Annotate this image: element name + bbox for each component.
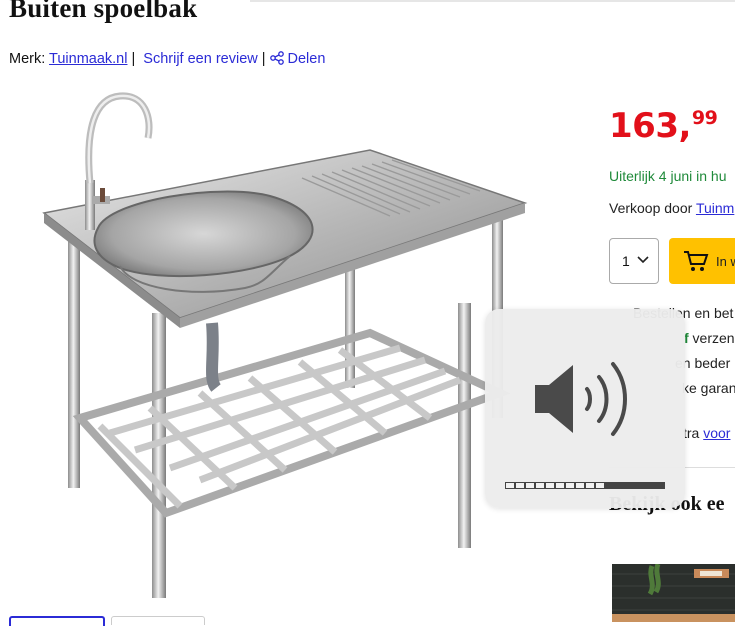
add-to-cart-button[interactable]: In w: [669, 238, 735, 284]
volume-segment: [506, 483, 514, 488]
quantity-select[interactable]: 1: [609, 238, 659, 284]
write-review-link[interactable]: Schrijf een review: [143, 51, 257, 67]
product-meta: Merk: Tuinmaak.nl | Schrijf een review | De…: [9, 51, 325, 69]
header-divider: [250, 0, 735, 2]
cart-icon: [684, 251, 709, 271]
usp-line: f verzen: [684, 330, 735, 346]
usp-link[interactable]: voor: [703, 425, 730, 441]
thumbnail-1[interactable]: [9, 616, 105, 626]
chevron-down-icon: [637, 256, 649, 264]
volume-segment: [576, 483, 584, 488]
page-title: Buiten spoelbak: [9, 0, 198, 23]
seller-label: Verkoop door: [609, 200, 693, 216]
thumbnail-2[interactable]: [111, 616, 205, 625]
share-link[interactable]: Delen: [269, 51, 326, 69]
separator: |: [261, 51, 266, 67]
volume-segment: [526, 483, 534, 488]
usp-line: ke garan: [682, 380, 735, 396]
brand-label: Merk:: [9, 51, 46, 67]
volume-segment: [516, 483, 524, 488]
speaker-volume-icon: [535, 362, 627, 436]
seller-link[interactable]: Tuinm: [696, 200, 734, 216]
usp-line: tra voor: [683, 425, 730, 441]
volume-level-bar: [505, 482, 665, 489]
share-label: Delen: [287, 51, 326, 67]
price-cents: 99: [691, 107, 718, 129]
volume-overlay: [485, 309, 685, 508]
separator: |: [131, 51, 136, 67]
delivery-info: Uiterlijk 4 juni in hu: [609, 168, 727, 184]
usp-text: verzen: [688, 330, 735, 346]
price: 163,99: [609, 106, 718, 146]
quantity-value: 1: [622, 253, 630, 269]
brand-link[interactable]: Tuinmaak.nl: [49, 51, 127, 67]
price-whole: 163,: [609, 106, 691, 146]
usp-text: tra: [683, 425, 704, 441]
seller-info: Verkoop door Tuinm: [609, 200, 734, 216]
volume-segment: [546, 483, 554, 488]
add-to-cart-label: In w: [716, 254, 735, 269]
volume-segment: [536, 483, 544, 488]
volume-segment: [586, 483, 594, 488]
product-image[interactable]: [40, 88, 540, 608]
volume-segment: [556, 483, 564, 488]
volume-segment: [596, 483, 604, 488]
related-product-image[interactable]: [612, 564, 735, 622]
volume-segment: [566, 483, 574, 488]
share-icon: [269, 51, 284, 69]
